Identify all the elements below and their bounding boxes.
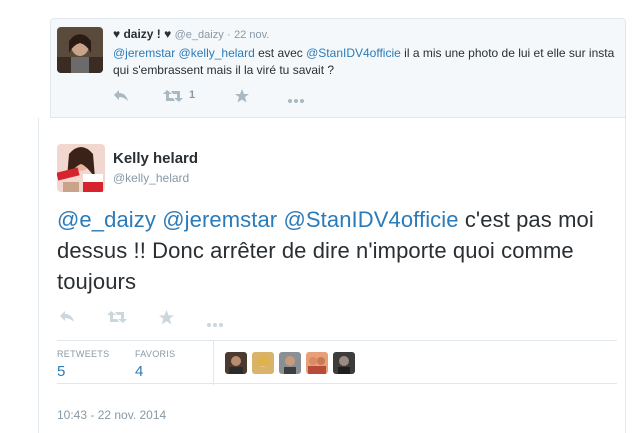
mention-link[interactable]: @e_daizy: [57, 207, 156, 232]
header-separator: ·: [227, 29, 231, 41]
main-tweet-text: @e_daizy @jeremstar @StanIDV4officie c'e…: [57, 204, 617, 297]
mention-link[interactable]: @jeremstar: [113, 46, 175, 60]
favorites-label: FAVORIS: [135, 349, 176, 359]
retweet-count[interactable]: 1: [189, 89, 195, 101]
main-tweet: Kelly helard @kelly_helard @e_daizy @jer…: [38, 118, 626, 433]
mention-link[interactable]: @StanIDV4officie: [306, 46, 401, 60]
retweets-stat[interactable]: RETWEETS 5: [57, 349, 109, 380]
reply-avatar[interactable]: [57, 27, 103, 73]
favoriter-avatar[interactable]: [252, 352, 274, 374]
reply-tweet[interactable]: ♥ daizy ! ♥ @e_daizy · 22 nov. @jeremsta…: [50, 18, 626, 118]
main-author-handle[interactable]: @kelly_helard: [113, 171, 189, 185]
reply-author-name[interactable]: ♥ daizy ! ♥: [113, 27, 171, 41]
retweets-label: RETWEETS: [57, 349, 110, 359]
mention-link[interactable]: @StanIDV4officie: [283, 207, 458, 232]
main-avatar[interactable]: [57, 144, 105, 192]
favorite-icon[interactable]: [159, 310, 174, 330]
retweet-icon[interactable]: [163, 89, 183, 108]
mention-link[interactable]: @jeremstar: [162, 207, 277, 232]
more-icon[interactable]: [206, 315, 224, 333]
favorites-value[interactable]: 4: [135, 363, 175, 380]
favoriter-avatar[interactable]: [333, 352, 355, 374]
favoriter-avatar[interactable]: [306, 352, 328, 374]
reply-icon[interactable]: [113, 89, 129, 108]
reply-date[interactable]: 22 nov.: [234, 29, 269, 41]
favorite-icon[interactable]: [235, 89, 249, 108]
favoriter-avatar[interactable]: [279, 352, 301, 374]
reply-header: ♥ daizy ! ♥ @e_daizy · 22 nov.: [113, 27, 269, 41]
favoriter-avatar[interactable]: [225, 352, 247, 374]
favorites-stat[interactable]: FAVORIS 4: [135, 349, 175, 380]
tweet-timestamp[interactable]: 10:43 - 22 nov. 2014: [57, 408, 166, 422]
reply-text: @jeremstar @kelly_helard est avec @StanI…: [113, 45, 618, 79]
reply-author-handle[interactable]: @e_daizy: [175, 29, 224, 41]
retweets-value[interactable]: 5: [57, 363, 109, 380]
main-author-name[interactable]: Kelly helard: [113, 150, 198, 167]
tweet-stats: RETWEETS 5 FAVORIS 4: [57, 340, 617, 385]
mention-link[interactable]: @kelly_helard: [179, 46, 255, 60]
retweet-icon[interactable]: [107, 310, 127, 329]
more-icon[interactable]: [287, 91, 305, 109]
reply-icon[interactable]: [59, 310, 75, 329]
tweet-text-fragment: est avec: [254, 46, 307, 60]
stats-divider: [213, 341, 214, 385]
